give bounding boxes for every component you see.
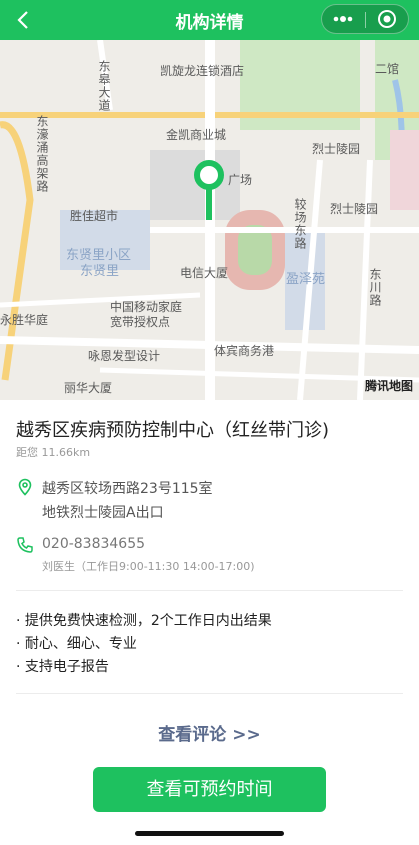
map-label-dongqiao: 东皋大道 (97, 60, 111, 112)
map-label-guangchang: 广场 (228, 173, 253, 187)
map-label-kailong: 凯旋龙连锁酒店 (160, 64, 245, 78)
map-label-jiaochang: 较场东路 (293, 198, 307, 250)
map-label-yongen: 咏恩发型设计 (88, 349, 161, 363)
tencent-map-logo: 腾讯地图 (364, 379, 413, 393)
view-reviews-link[interactable]: 查看评论 >> (0, 720, 419, 745)
map-roads (0, 40, 419, 400)
map-label-shengjia: 胜佳超市 (70, 209, 119, 223)
address-line-2: 地铁烈士陵园A出口 (42, 505, 164, 521)
home-indicator (135, 831, 284, 836)
map-label-lieshi-2: 烈士陵园 (330, 202, 379, 216)
nav-bar: 机构详情 (0, 0, 419, 40)
mini-program-capsule (321, 4, 409, 34)
map-label-dongchuan: 东川路 (368, 268, 382, 307)
map-label-mobile-2: 宽带授权点 (110, 315, 171, 329)
feature-item: · 提供免费快速检测，2个工作日内出结果 (16, 613, 272, 629)
phone-number[interactable]: 020-83834655 (42, 536, 145, 552)
phone-icon (17, 537, 33, 553)
feature-item: · 耐心、细心、专业 (16, 636, 137, 652)
location-pin-icon (18, 478, 32, 496)
map-label-tibin: 体宾商务港 (214, 344, 275, 358)
org-name: 越秀区疾病预防控制中心（红丝带门诊) (16, 420, 330, 441)
map-label-yingze: 盈泽苑 (286, 272, 326, 287)
address-line-1: 越秀区较场西路23号115室 (42, 481, 213, 497)
divider (16, 693, 403, 694)
divider (16, 590, 403, 591)
more-dots-icon (333, 16, 353, 22)
map-label-lihua: 丽华大厦 (64, 381, 113, 395)
feature-item: · 支持电子报告 (16, 659, 109, 675)
contact-hours: 刘医生（工作日9:00-11:30 14:00-17:00) (42, 560, 255, 573)
map-view[interactable]: 凯旋龙连锁酒店 二馆 东皋大道 金凯商业城 烈士陵园 东濠涌高架路 广场 胜佳超… (0, 40, 419, 400)
org-distance: 距您 11.66km (16, 446, 91, 459)
map-label-dianxin: 电信大厦 (180, 266, 229, 280)
target-icon (378, 10, 396, 28)
map-label-erguan: 二馆 (375, 62, 400, 76)
close-program-button[interactable] (366, 5, 409, 33)
more-button[interactable] (322, 5, 365, 33)
map-label-donghao: 东濠涌高架路 (35, 115, 49, 193)
view-appointments-button[interactable]: 查看可预约时间 (93, 767, 326, 812)
map-label-jinkai: 金凯商业城 (166, 128, 227, 142)
map-label-dongxian: 东贤里 (80, 264, 120, 279)
map-label-yongsheng: 永胜华庭 (0, 313, 49, 327)
map-label-lieshi-1: 烈士陵园 (312, 142, 361, 156)
